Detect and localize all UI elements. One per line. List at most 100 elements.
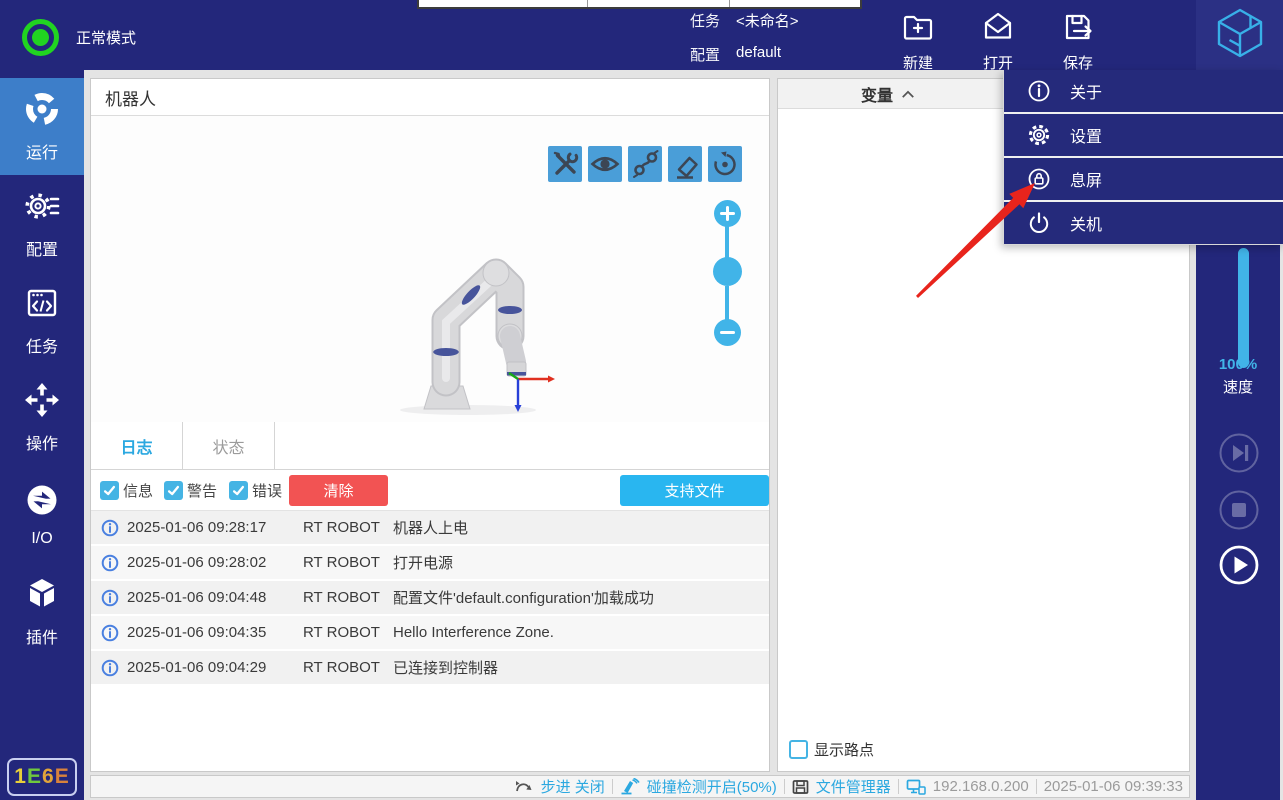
sidebar-item-run[interactable]: 运行	[0, 78, 84, 175]
sidebar-item-label: 插件	[26, 624, 58, 648]
menu-item-about[interactable]: 关于	[1004, 70, 1283, 112]
mode-label: 正常模式	[76, 27, 136, 48]
filter-warning-checkbox[interactable]: 警告	[164, 480, 217, 501]
zoom-slider-handle[interactable]	[713, 257, 742, 286]
info-circle-icon	[101, 589, 119, 607]
filter-info-label: 信息	[123, 480, 153, 501]
screen-lock-icon	[1026, 166, 1052, 192]
checkbox-checked-icon	[229, 481, 248, 500]
code-window-icon	[23, 284, 61, 327]
divider	[612, 779, 613, 794]
step-mode-status[interactable]: 步进 关闭	[541, 776, 605, 797]
gear-list-icon	[23, 187, 61, 230]
eraser-button[interactable]	[668, 146, 702, 182]
system-menu-button[interactable]	[1196, 0, 1283, 70]
system-datetime: 2025-01-06 09:39:33	[1044, 778, 1183, 795]
show-waypoints-checkbox[interactable]: 显示路点	[789, 739, 874, 760]
brand-logo-icon	[1214, 7, 1266, 64]
info-circle-icon	[101, 519, 119, 537]
sidebar-item-label: I/O	[31, 530, 52, 548]
task-row: 任务 <未命名>	[690, 10, 799, 31]
new-task-label: 新建	[903, 52, 933, 73]
badge-char: 1	[14, 765, 27, 789]
menu-item-label: 关于	[1070, 79, 1102, 103]
filter-error-checkbox[interactable]: 错误	[229, 480, 282, 501]
info-circle-icon	[101, 659, 119, 677]
robot-panel-header: 机器人	[91, 79, 769, 116]
menu-item-shutdown[interactable]: 关机	[1004, 202, 1283, 244]
menu-item-screen-off[interactable]: 息屏	[1004, 158, 1283, 200]
top-partial-dropdown[interactable]	[417, 0, 862, 9]
reset-view-button[interactable]	[708, 146, 742, 182]
log-row[interactable]: 2025-01-06 09:28:02 RT ROBOT 打开电源	[91, 546, 769, 579]
trajectory-button[interactable]	[628, 146, 662, 182]
robot-panel-title: 机器人	[105, 85, 156, 110]
robot-3d-view[interactable]	[91, 116, 769, 422]
config-row: 配置 default	[690, 44, 781, 65]
zoom-out-button[interactable]	[714, 319, 741, 346]
log-row[interactable]: 2025-01-06 09:04:29 RT ROBOT 已连接到控制器	[91, 651, 769, 684]
log-source: RT ROBOT	[303, 519, 383, 536]
step-next-button[interactable]	[1219, 433, 1259, 473]
save-icon	[1061, 10, 1095, 49]
mode-status-icon	[22, 19, 59, 56]
tab-status[interactable]: 状态	[183, 422, 275, 469]
variables-title: 变量	[861, 82, 893, 106]
new-file-icon	[901, 10, 935, 49]
top-bar: 正常模式 任务 <未命名> 配置 default 新建	[0, 0, 1283, 70]
sidebar-item-plugin[interactable]: 插件	[0, 563, 84, 660]
log-time: 2025-01-06 09:28:17	[127, 519, 303, 536]
show-waypoints-label: 显示路点	[814, 739, 874, 760]
support-file-button[interactable]: 支持文件	[620, 475, 769, 506]
menu-item-settings[interactable]: 设置	[1004, 114, 1283, 156]
save-task-button[interactable]: 保存	[1040, 10, 1116, 73]
log-row[interactable]: 2025-01-06 09:04:35 RT ROBOT Hello Inter…	[91, 616, 769, 649]
network-icon	[906, 779, 926, 795]
new-task-button[interactable]: 新建	[880, 10, 956, 73]
log-message: 已连接到控制器	[393, 657, 498, 678]
tab-log-label: 日志	[120, 434, 152, 458]
open-icon	[981, 10, 1015, 49]
collision-detect-status[interactable]: 碰撞检测开启(50%)	[647, 776, 777, 797]
log-time: 2025-01-06 09:28:02	[127, 554, 303, 571]
step-mode-icon	[515, 779, 534, 795]
log-time: 2025-01-06 09:04:29	[127, 659, 303, 676]
sidebar-item-task[interactable]: 任务	[0, 272, 84, 369]
sidebar-item-configure[interactable]: 配置	[0, 175, 84, 272]
clear-log-button[interactable]: 清除	[289, 475, 388, 506]
file-manager-link[interactable]: 文件管理器	[816, 776, 891, 797]
variables-collapse-toggle[interactable]: 变量	[848, 79, 928, 109]
system-dropdown-menu: 关于 设置 息屏 关机	[1003, 70, 1283, 245]
status-bar: 步进 关闭 碰撞检测开启(50%) 文件管理器 192.168.0.200 20…	[90, 775, 1190, 798]
visibility-button[interactable]	[588, 146, 622, 182]
run-icon	[23, 90, 61, 133]
filter-info-checkbox[interactable]: 信息	[100, 480, 153, 501]
sidebar-item-label: 配置	[26, 236, 58, 260]
speed-slider[interactable]	[1238, 248, 1249, 368]
file-manager-icon	[792, 779, 809, 795]
config-label: 配置	[690, 44, 720, 65]
log-row[interactable]: 2025-01-06 09:04:48 RT ROBOT 配置文件'defaul…	[91, 581, 769, 614]
log-source: RT ROBOT	[303, 589, 383, 606]
info-icon	[1026, 78, 1052, 104]
log-row[interactable]: 2025-01-06 09:28:17 RT ROBOT 机器人上电	[91, 511, 769, 544]
zoom-in-button[interactable]	[714, 200, 741, 227]
play-button[interactable]	[1219, 545, 1259, 585]
log-status-tabs: 日志 状态	[91, 422, 769, 470]
robot-arm-render	[396, 244, 571, 427]
log-time: 2025-01-06 09:04:35	[127, 624, 303, 641]
log-source: RT ROBOT	[303, 624, 383, 641]
open-task-button[interactable]: 打开	[960, 10, 1036, 73]
robot-id-badge[interactable]: 1E6E	[7, 758, 77, 796]
sidebar-item-label: 任务	[26, 333, 58, 357]
chevron-up-icon	[901, 90, 915, 99]
sidebar-item-io[interactable]: I/O	[0, 466, 84, 563]
speed-percent: 100%	[1196, 356, 1280, 373]
tools-button[interactable]	[548, 146, 582, 182]
log-message: 机器人上电	[393, 517, 468, 538]
sidebar-item-jog[interactable]: 操作	[0, 369, 84, 466]
log-message: 打开电源	[393, 552, 453, 573]
stop-button[interactable]	[1219, 490, 1259, 530]
tab-log[interactable]: 日志	[91, 422, 183, 469]
badge-char: E	[55, 765, 70, 789]
